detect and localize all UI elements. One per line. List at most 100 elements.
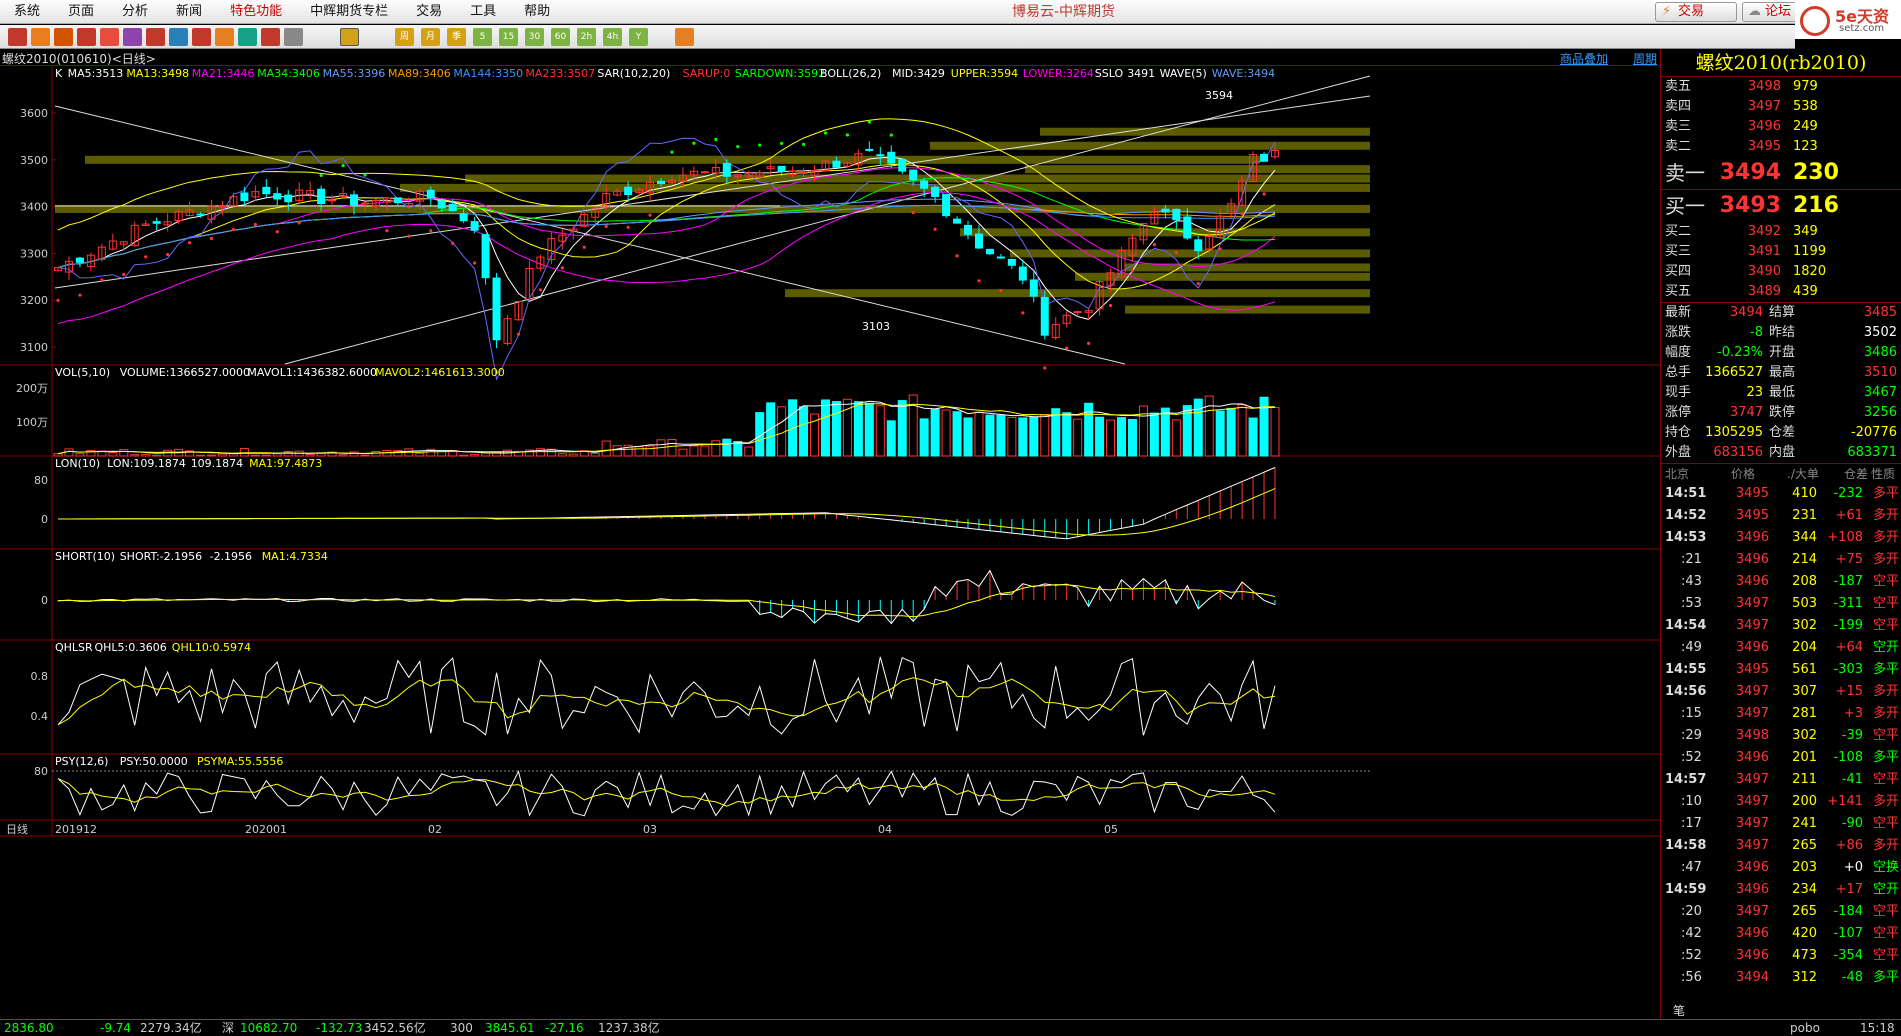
sar-dot <box>758 143 762 147</box>
tick-time: 14:54 <box>1665 618 1707 633</box>
toolbar-icon-6[interactable] <box>146 28 165 46</box>
tick-row[interactable]: :15 3497 281 +3 多开 <box>1661 703 1901 725</box>
period-link[interactable]: 周期 <box>1633 50 1657 67</box>
tick-row[interactable]: :43 3496 208 -187 空平 <box>1661 571 1901 593</box>
indicator-label: PSY(12,6) <box>55 755 108 768</box>
tick-row[interactable]: :29 3498 302 -39 空平 <box>1661 725 1901 747</box>
toolbar-icon-8[interactable] <box>192 28 211 46</box>
bid-row[interactable]: 买五 3489 439 <box>1661 282 1901 302</box>
tick-row[interactable]: 14:54 3497 302 -199 空平 <box>1661 615 1901 637</box>
tick-row[interactable]: :49 3496 204 +64 空开 <box>1661 637 1901 659</box>
candle <box>974 233 983 249</box>
tick-row[interactable]: :56 3494 312 -48 多平 <box>1661 967 1901 989</box>
tick-price: 3497 <box>1735 816 1769 831</box>
sar-dot <box>999 288 1003 293</box>
period-button-3[interactable]: 5 <box>473 28 492 46</box>
toolbar-icon-11[interactable] <box>261 28 280 46</box>
toolbar-icon-2[interactable] <box>54 28 73 46</box>
period-button-1[interactable]: 月 <box>421 28 440 46</box>
tick-row[interactable]: :52 3496 473 -354 空平 <box>1661 945 1901 967</box>
volume-bar <box>305 454 315 457</box>
tick-row[interactable]: 14:55 3495 561 -303 多平 <box>1661 659 1901 681</box>
status-item: 2279.34亿 <box>140 1021 202 1035</box>
tick-row[interactable]: :20 3497 265 -184 空平 <box>1661 901 1901 923</box>
tick-row[interactable]: 14:59 3496 234 +17 空开 <box>1661 879 1901 901</box>
ask-row[interactable]: 卖二 3495 123 <box>1661 137 1901 157</box>
menu-item-3[interactable]: 新闻 <box>162 0 216 24</box>
tick-row[interactable]: :53 3497 503 -311 空平 <box>1661 593 1901 615</box>
tab-ticks[interactable]: 笔 <box>1673 1002 1685 1019</box>
period-button-6[interactable]: 60 <box>551 28 570 46</box>
volume-bar <box>930 408 940 457</box>
menu-item-4[interactable]: 特色功能 <box>216 0 296 24</box>
period-button-2[interactable]: 季 <box>447 28 466 46</box>
tick-row[interactable]: 14:53 3496 344 +108 多开 <box>1661 527 1901 549</box>
candle <box>481 234 490 279</box>
volume-bar <box>1226 407 1236 457</box>
menu-item-7[interactable]: 工具 <box>456 0 510 24</box>
ask-row[interactable]: 卖四 3497 538 <box>1661 97 1901 117</box>
menu-item-8[interactable]: 帮助 <box>510 0 564 24</box>
toolbar-icon-10[interactable] <box>238 28 257 46</box>
menu-item-0[interactable]: 系统 <box>0 0 54 24</box>
menu-item-1[interactable]: 页面 <box>54 0 108 24</box>
qhl10-line <box>57 677 1276 726</box>
volume-bar <box>645 445 655 457</box>
overlay-commodity-link[interactable]: 商品叠加 <box>1560 50 1608 67</box>
calendar-icon[interactable] <box>675 28 694 46</box>
kline-toggle-icon[interactable] <box>340 28 359 46</box>
tick-list[interactable]: 14:51 3495 410 -232 多平 14:52 3495 231 +61 多开 14:53… <box>1661 483 1901 989</box>
period-button-0[interactable]: 周 <box>395 28 414 46</box>
bid-row[interactable]: 买二 3492 349 <box>1661 222 1901 242</box>
tick-row[interactable]: :10 3497 200 +141 多开 <box>1661 791 1901 813</box>
tick-row[interactable]: :17 3497 241 -90 空平 <box>1661 813 1901 835</box>
toolbar-icon-3[interactable] <box>77 28 96 46</box>
quote-title: 螺纹2010(rb2010) <box>1661 49 1901 77</box>
sar-dot <box>1196 281 1200 286</box>
tick-row[interactable]: 14:52 3495 231 +61 多开 <box>1661 505 1901 527</box>
toolbar-icon-4[interactable] <box>100 28 119 46</box>
ask-label: 卖四 <box>1665 99 1692 114</box>
tick-row[interactable]: 14:51 3495 410 -232 多平 <box>1661 483 1901 505</box>
trend-line <box>284 75 1371 365</box>
toolbar-icon-9[interactable] <box>215 28 234 46</box>
toolbar-icon-5[interactable] <box>123 28 142 46</box>
ask-row[interactable]: 卖一 3494 230 <box>1661 157 1901 189</box>
period-button-5[interactable]: 30 <box>525 28 544 46</box>
tick-row[interactable]: :52 3496 201 -108 多平 <box>1661 747 1901 769</box>
volume-bar <box>1073 418 1083 457</box>
indicator-label: LON:109.1874 <box>107 457 186 470</box>
tick-volume: 200 <box>1792 794 1817 809</box>
tick-row[interactable]: :42 3496 420 -107 空平 <box>1661 923 1901 945</box>
tick-row[interactable]: 14:57 3497 211 -41 空平 <box>1661 769 1901 791</box>
ask-row[interactable]: 卖五 3498 979 <box>1661 77 1901 97</box>
period-button-8[interactable]: 4h <box>603 28 622 46</box>
trade-button[interactable]: ⚡ 交易 <box>1655 2 1737 22</box>
short-axis-label: 0 <box>41 594 48 607</box>
toolbar-icon-7[interactable] <box>169 28 188 46</box>
stat-row: 涨跌 -8 昨结 3502 <box>1661 323 1901 343</box>
price-axis-label: 3100 <box>20 341 48 354</box>
menu-item-2[interactable]: 分析 <box>108 0 162 24</box>
menu-item-5[interactable]: 中辉期货专栏 <box>296 0 402 24</box>
bid-row[interactable]: 买三 3491 1199 <box>1661 242 1901 262</box>
toolbar-icon-12[interactable] <box>284 28 303 46</box>
indicator-label: SARUP:0 <box>683 67 731 80</box>
status-item: 1237.38亿 <box>598 1021 660 1035</box>
candle <box>1040 296 1049 336</box>
toolbar-icon-0[interactable] <box>8 28 27 46</box>
period-button-7[interactable]: 2h <box>577 28 596 46</box>
tick-row[interactable]: 14:56 3497 307 +15 多开 <box>1661 681 1901 703</box>
period-button-9[interactable]: Y <box>629 28 648 46</box>
toolbar-icon-1[interactable] <box>31 28 50 46</box>
chart-canvas[interactable]: 3600 3500 3400 3300 3200 3100 3594 3103 K MA5:351… <box>0 66 1660 1020</box>
tick-row[interactable]: :47 3496 203 +0 空换 <box>1661 857 1901 879</box>
bid-row[interactable]: 买一 3493 216 <box>1661 190 1901 222</box>
ask-row[interactable]: 卖三 3496 249 <box>1661 117 1901 137</box>
menu-item-6[interactable]: 交易 <box>402 0 456 24</box>
sar-dot <box>122 272 126 277</box>
period-button-4[interactable]: 15 <box>499 28 518 46</box>
bid-row[interactable]: 买四 3490 1820 <box>1661 262 1901 282</box>
tick-row[interactable]: :21 3496 214 +75 多开 <box>1661 549 1901 571</box>
tick-row[interactable]: 14:58 3497 265 +86 多开 <box>1661 835 1901 857</box>
